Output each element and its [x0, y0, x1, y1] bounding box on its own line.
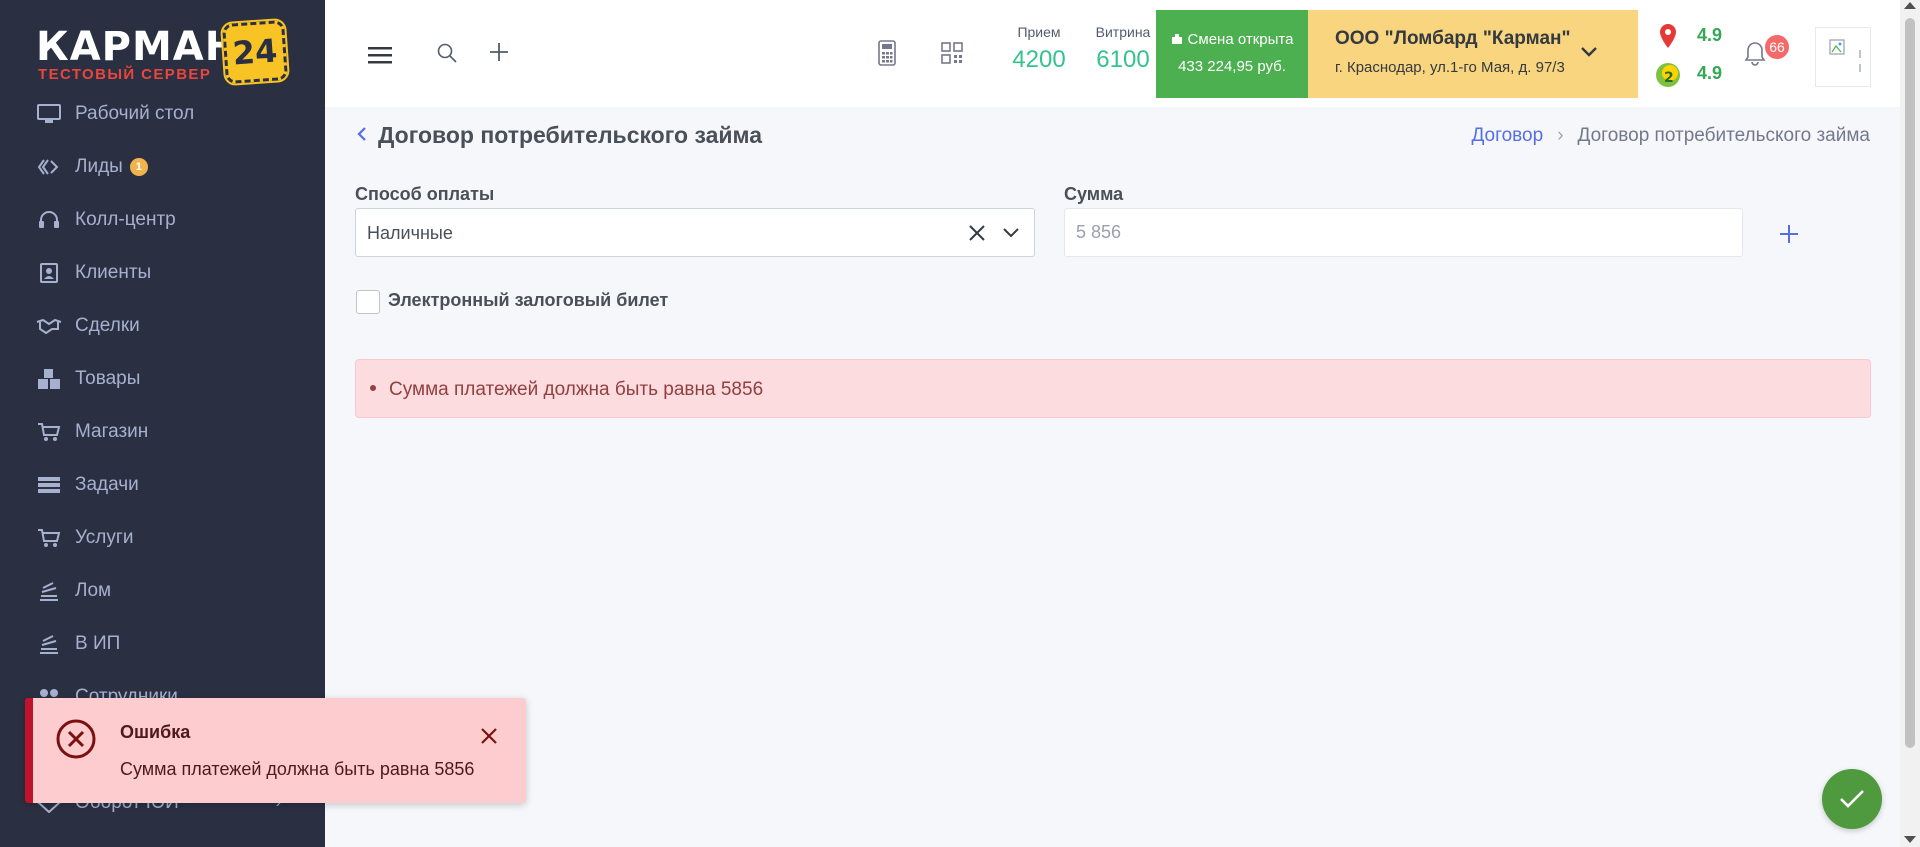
- cart-icon: [36, 421, 62, 443]
- boxes-icon: [36, 368, 62, 390]
- sidebar-item-call-center[interactable]: Колл-центр: [0, 193, 325, 246]
- stack-icon: [36, 580, 62, 602]
- rating-value: 4.9: [1697, 25, 1723, 45]
- leads-count-badge: 1: [129, 157, 148, 176]
- logo-word: КАРМАН: [36, 24, 240, 70]
- page-scrollbar[interactable]: [1900, 0, 1920, 847]
- sidebar-item-desktop[interactable]: Рабочий стол: [0, 87, 325, 140]
- sum-input[interactable]: [1064, 208, 1743, 257]
- stat-value: 6100: [1096, 46, 1150, 73]
- breadcrumb: Договор › Договор потребительского займа: [1471, 125, 1870, 147]
- calculator-icon[interactable]: [872, 38, 902, 68]
- shift-title: Смена открыта: [1187, 31, 1294, 48]
- scroll-down-arrow-icon[interactable]: [1904, 836, 1916, 843]
- sidebar-item-goods[interactable]: Товары: [0, 352, 325, 405]
- desktop-icon: [36, 103, 62, 125]
- breadcrumb-separator-icon: ›: [1557, 125, 1564, 146]
- confirm-button[interactable]: [1822, 769, 1882, 829]
- sidebar-item-label: Рабочий стол: [75, 102, 195, 124]
- sum-label: Сумма: [1064, 184, 1124, 204]
- qr-code-icon[interactable]: [937, 38, 967, 68]
- sidebar-item-label: Магазин: [75, 420, 149, 442]
- sidebar-item-label: Лиды: [75, 155, 123, 177]
- broken-image-icon: [1829, 39, 1861, 72]
- rating-value: 4.9: [1697, 63, 1723, 83]
- chevron-left-icon[interactable]: [356, 125, 368, 148]
- sidebar-item-clients[interactable]: Клиенты: [0, 246, 325, 299]
- add-payment-button[interactable]: [1774, 219, 1804, 249]
- sidebar-item-label: Лом: [75, 579, 112, 601]
- plus-icon: [1780, 225, 1798, 243]
- sidebar-item-label: В ИП: [75, 632, 121, 654]
- alert-bullet: [370, 385, 376, 391]
- chevron-down-icon[interactable]: [1002, 226, 1020, 245]
- stat-showcase[interactable]: Витрина 6100: [1083, 24, 1163, 74]
- sidebar-item-label: Услуги: [75, 526, 134, 548]
- logo-subtitle: ТЕСТОВЫЙ СЕРВЕР: [38, 66, 212, 83]
- stat-value: 4200: [1012, 46, 1066, 73]
- map-pin-icon[interactable]: [1657, 22, 1679, 50]
- e-pledge-ticket-label[interactable]: Электронный залоговый билет: [388, 290, 668, 311]
- top-header: Прием 4200 Витрина 6100 Смена открыта 43…: [325, 0, 1900, 107]
- toast-message: Сумма платежей должна быть равна 5856: [120, 759, 475, 779]
- puzzle-icon: [1171, 32, 1183, 44]
- sidebar-item-label: Товары: [75, 367, 141, 389]
- logo[interactable]: КАРМАН 24 ТЕСТОВЫЙ СЕРВЕР: [36, 10, 291, 87]
- sidebar-item-label: Клиенты: [75, 261, 152, 283]
- company-selector[interactable]: ООО "Ломбард "Карман" г. Краснодар, ул.1…: [1308, 10, 1638, 98]
- notifications-badge: 66: [1765, 35, 1789, 59]
- close-icon[interactable]: [479, 726, 499, 751]
- payment-method-value: Наличные: [367, 223, 453, 243]
- payment-method-label: Способ оплаты: [355, 184, 495, 204]
- breadcrumb-current: Договор потребительского займа: [1577, 125, 1870, 146]
- shift-amount: 433 224,95 руб.: [1178, 58, 1286, 75]
- sidebar-item-deals[interactable]: Сделки: [0, 299, 325, 352]
- sidebar-item-scrap[interactable]: Лом: [0, 564, 325, 617]
- alert-message: Сумма платежей должна быть равна 5856: [389, 379, 764, 400]
- scroll-up-arrow-icon[interactable]: [1904, 2, 1916, 9]
- sidebar-item-label: Задачи: [75, 473, 139, 495]
- e-pledge-ticket-checkbox[interactable]: [356, 290, 380, 314]
- diamond-icon: [36, 156, 62, 178]
- stack-icon: [36, 633, 62, 655]
- cart-icon: [36, 527, 62, 549]
- hamburger-menu-icon[interactable]: [365, 40, 395, 70]
- toast-title: Ошибка: [120, 722, 191, 742]
- error-alert: Сумма платежей должна быть равна 5856: [355, 359, 1871, 418]
- headset-icon: [36, 209, 62, 231]
- add-icon[interactable]: [484, 37, 514, 67]
- sidebar-item-leads[interactable]: Лиды 1: [0, 140, 325, 193]
- clear-icon[interactable]: [967, 223, 987, 248]
- checkmark-icon: [1840, 790, 1864, 808]
- contact-card-icon: [36, 262, 62, 284]
- logo-badge: 24: [219, 17, 291, 87]
- sidebar-item-shop[interactable]: Магазин: [0, 405, 325, 458]
- chevron-down-icon: [1580, 45, 1598, 63]
- sidebar-item-label: Сделки: [75, 314, 140, 336]
- 2gis-icon[interactable]: 2: [1655, 62, 1681, 88]
- search-icon[interactable]: [432, 38, 462, 68]
- error-toast: Ошибка Сумма платежей должна быть равна …: [25, 698, 526, 803]
- sidebar-item-tasks[interactable]: Задачи: [0, 458, 325, 511]
- sidebar-item-to-ip[interactable]: В ИП: [0, 617, 325, 670]
- stat-label: Прием: [1017, 24, 1061, 40]
- handshake-icon: [36, 315, 62, 337]
- sidebar-item-label: Колл-центр: [75, 208, 176, 230]
- stat-intake[interactable]: Прием 4200: [999, 24, 1079, 74]
- stat-label: Витрина: [1095, 24, 1151, 40]
- tasks-icon: [36, 474, 62, 496]
- shift-status-button[interactable]: Смена открыта 433 224,95 руб.: [1156, 10, 1308, 98]
- payment-method-select[interactable]: Наличные: [355, 208, 1035, 257]
- breadcrumb-link-contract[interactable]: Договор: [1471, 125, 1543, 147]
- page-title: Договор потребительского займа: [378, 122, 763, 148]
- user-avatar[interactable]: [1815, 27, 1871, 87]
- svg-text:2: 2: [1664, 70, 1674, 86]
- error-circle-icon: [55, 718, 97, 765]
- sidebar-item-services[interactable]: Услуги: [0, 511, 325, 564]
- scrollbar-thumb[interactable]: [1905, 18, 1915, 748]
